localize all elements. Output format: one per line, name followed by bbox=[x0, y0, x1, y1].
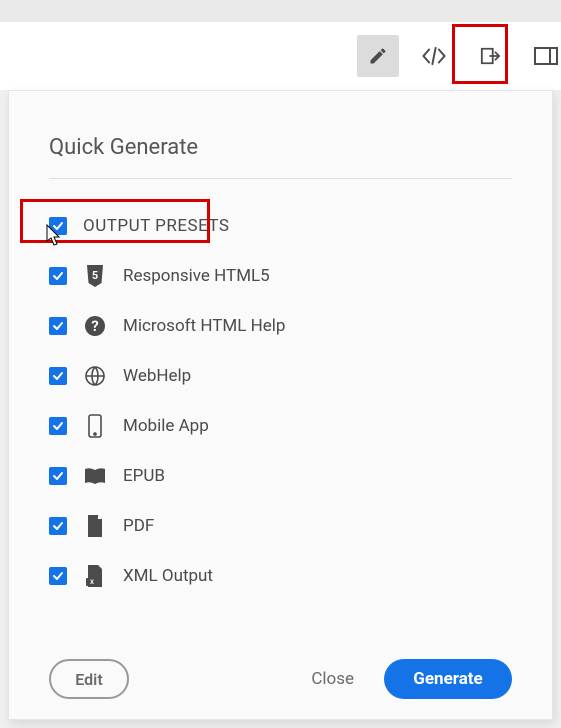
mobile-icon bbox=[83, 414, 107, 438]
export-tool-button[interactable] bbox=[469, 35, 511, 77]
preset-label: Mobile App bbox=[123, 416, 209, 436]
panel-tool-button[interactable] bbox=[525, 35, 561, 77]
preset-row-epub: EPUB bbox=[49, 451, 512, 501]
preset-label: PDF bbox=[123, 516, 154, 536]
panel-title: Quick Generate bbox=[49, 135, 512, 160]
preset-row-pdf: PDF bbox=[49, 501, 512, 551]
preset-row-responsive-html5: 5 Responsive HTML5 bbox=[49, 251, 512, 301]
preset-label: Microsoft HTML Help bbox=[123, 316, 285, 336]
panel-footer: Edit Close Generate bbox=[49, 659, 512, 699]
microsoft-html-help-checkbox[interactable] bbox=[49, 317, 67, 335]
preset-label: EPUB bbox=[123, 466, 165, 486]
xml-output-checkbox[interactable] bbox=[49, 567, 67, 585]
webhelp-checkbox[interactable] bbox=[49, 367, 67, 385]
preset-row-webhelp: WebHelp bbox=[49, 351, 512, 401]
svg-text:5: 5 bbox=[92, 269, 98, 282]
svg-text:?: ? bbox=[91, 317, 98, 335]
help-icon: ? bbox=[83, 314, 107, 338]
preset-label: WebHelp bbox=[123, 366, 191, 386]
pdf-checkbox[interactable] bbox=[49, 517, 67, 535]
responsive-html5-checkbox[interactable] bbox=[49, 267, 67, 285]
preset-label: Responsive HTML5 bbox=[123, 266, 270, 286]
quick-generate-panel: Quick Generate OUTPUT PRESETS 5 Responsi… bbox=[8, 90, 553, 720]
epub-checkbox[interactable] bbox=[49, 467, 67, 485]
html5-icon: 5 bbox=[83, 264, 107, 288]
source-tool-button[interactable] bbox=[413, 35, 455, 77]
top-toolbar bbox=[0, 22, 561, 90]
output-presets-checkbox[interactable] bbox=[49, 217, 67, 235]
edit-button[interactable]: Edit bbox=[49, 659, 129, 699]
output-presets-label: OUTPUT PRESETS bbox=[83, 216, 230, 236]
master-preset-row: OUTPUT PRESETS bbox=[49, 201, 512, 251]
divider bbox=[49, 178, 512, 179]
generate-button[interactable]: Generate bbox=[384, 659, 512, 699]
author-tool-button[interactable] bbox=[357, 35, 399, 77]
file-icon bbox=[83, 514, 107, 538]
globe-icon bbox=[83, 364, 107, 388]
xml-file-icon: X bbox=[83, 564, 107, 588]
preset-row-mobile-app: Mobile App bbox=[49, 401, 512, 451]
preset-row-microsoft-html-help: ? Microsoft HTML Help bbox=[49, 301, 512, 351]
book-icon bbox=[83, 464, 107, 488]
preset-label: XML Output bbox=[123, 566, 213, 586]
preset-row-xml-output: X XML Output bbox=[49, 551, 512, 601]
svg-text:X: X bbox=[90, 579, 94, 586]
close-button[interactable]: Close bbox=[311, 669, 354, 689]
mobile-app-checkbox[interactable] bbox=[49, 417, 67, 435]
